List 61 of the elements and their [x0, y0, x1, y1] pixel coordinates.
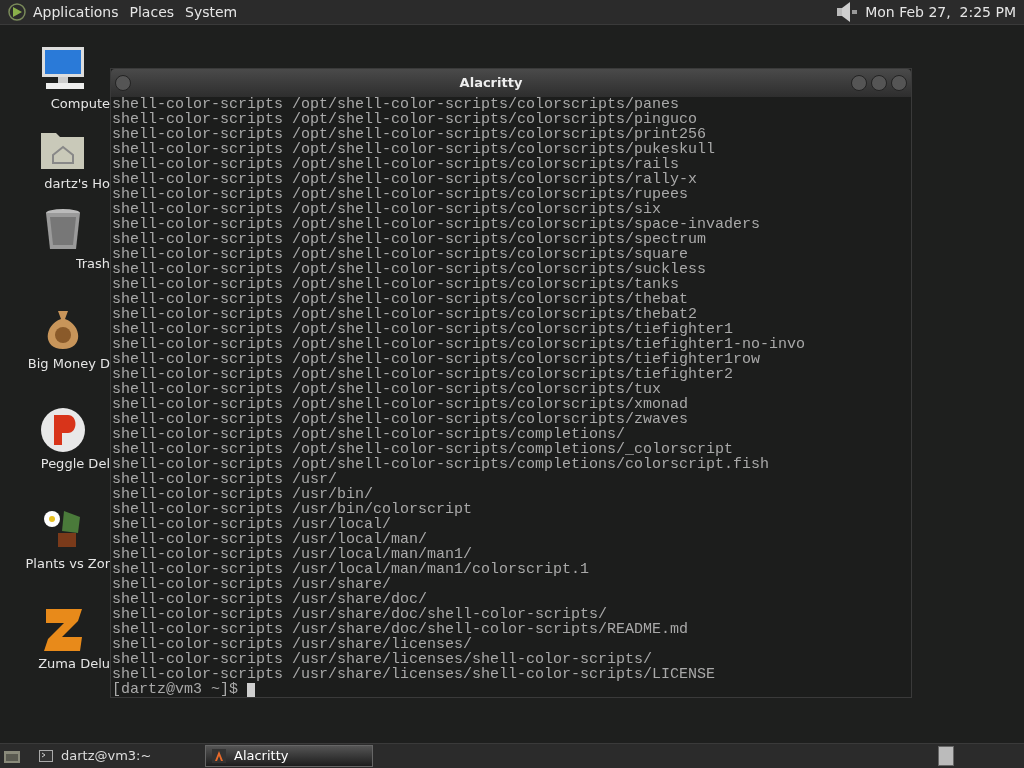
terminal-line: shell-color-scripts /opt/shell-color-scripts/colorscripts/rally-x [112, 172, 699, 187]
terminal-line: shell-color-scripts /usr/share/licenses/shell-color-scripts/LICENSE [112, 667, 717, 682]
alacritty-icon [212, 749, 226, 763]
terminal-line: shell-color-scripts /opt/shell-color-scripts/colorscripts/rupees [112, 187, 689, 202]
terminal-line: shell-color-scripts /usr/share/ [112, 577, 392, 592]
menu-item[interactable]: Places [129, 1, 175, 23]
terminal-line: shell-color-scripts /opt/shell-color-scripts/colorscripts/thebat2 [112, 307, 698, 322]
terminal-line: shell-color-scripts /usr/share/licenses/shell-color-scripts/ [112, 652, 653, 667]
menu-item[interactable]: Applications [33, 1, 119, 23]
window-title: Alacritty [458, 74, 524, 93]
terminal-line: shell-color-scripts /opt/shell-color-scripts/colorscripts/pinguco [112, 112, 698, 127]
icon-label[interactable]: Plants vs Zor [25, 556, 110, 572]
taskbar-button[interactable]: dartz@vm3:~ [37, 745, 205, 767]
volume-icon[interactable] [835, 1, 860, 23]
terminal-line: shell-color-scripts /opt/shell-color-scripts/colorscripts/rails [112, 157, 680, 172]
icon-label[interactable]: Compute [50, 96, 110, 112]
taskbar-button[interactable]: Alacritty [205, 745, 373, 767]
terminal-line: shell-color-scripts /usr/local/ [112, 517, 392, 532]
icon-label[interactable]: Trash [75, 256, 110, 272]
terminal-line: shell-color-scripts /usr/local/man/man1/colorscript.1 [112, 562, 591, 577]
icon-label[interactable]: dartz's Ho [44, 176, 110, 192]
icon-label[interactable]: Zuma Delu [38, 656, 110, 672]
terminal-line: shell-color-scripts /usr/bin/colorscript [112, 502, 474, 517]
terminal-line: shell-color-scripts /usr/share/doc/shell-color-scripts/README.md [112, 622, 690, 637]
clock[interactable]: Mon Feb 27, 2:25 PM [865, 1, 1016, 23]
terminal-line: shell-color-scripts /opt/shell-color-scripts/colorscripts/tiefighter1row [112, 352, 761, 367]
terminal-line: shell-color-scripts /opt/shell-color-scripts/completions/_colorscript [112, 442, 734, 457]
terminal-line: shell-color-scripts /usr/ [112, 472, 338, 487]
terminal-line: shell-color-scripts /usr/share/licenses/ [112, 637, 473, 652]
menu-item[interactable]: System [185, 1, 238, 23]
terminal-line: shell-color-scripts /opt/shell-color-scripts/colorscripts/tanks [112, 277, 680, 292]
text-cursor [247, 682, 256, 697]
show-desktop-icon[interactable] [3, 748, 21, 764]
terminal-line: shell-color-scripts /opt/shell-color-scripts/colorscripts/thebat [112, 292, 689, 307]
terminal-line: shell-color-scripts /usr/local/man/man1/ [112, 547, 473, 562]
terminal-line: shell-color-scripts /opt/shell-color-scripts/colorscripts/spectrum [112, 232, 707, 247]
terminal-line: shell-color-scripts /opt/shell-color-scripts/colorscripts/xmonad [112, 397, 690, 412]
terminal-line: shell-color-scripts /opt/shell-color-scripts/colorscripts/square [112, 247, 689, 262]
terminal-line: shell-color-scripts /opt/shell-color-scripts/colorscripts/suckless [112, 262, 708, 277]
terminal-line: shell-color-scripts /opt/shell-color-scripts/colorscripts/tiefighter2 [112, 367, 734, 382]
terminal-line: shell-color-scripts /usr/share/doc/ [112, 592, 428, 607]
terminal-line: shell-color-scripts /opt/shell-color-scripts/colorscripts/zwaves [112, 412, 690, 427]
terminal-line: shell-color-scripts /opt/shell-color-scripts/colorscripts/tiefighter1-no-invo [112, 337, 807, 352]
terminal-line: shell-color-scripts /opt/shell-color-scripts/colorscripts/pukeskull [112, 142, 717, 157]
terminal-line: shell-color-scripts /opt/shell-color-scripts/colorscripts/panes [112, 97, 680, 112]
terminal-line: shell-color-scripts /usr/bin/ [112, 487, 374, 502]
terminal-line: shell-color-scripts /opt/shell-color-scripts/colorscripts/tux [112, 382, 662, 397]
shell-prompt: [dartz@vm3 ~]$ [112, 682, 239, 697]
terminal-line: shell-color-scripts /opt/shell-color-scripts/colorscripts/tiefighter1 [112, 322, 734, 337]
menu-logo-icon[interactable] [6, 2, 28, 22]
terminal-line: shell-color-scripts /opt/shell-color-scripts/colorscripts/print256 [112, 127, 707, 142]
terminal-line: shell-color-scripts /opt/shell-color-scripts/colorscripts/six [112, 202, 662, 217]
terminal-line: shell-color-scripts /opt/shell-color-scripts/colorscripts/space-invaders [112, 217, 762, 232]
terminal-line: shell-color-scripts /opt/shell-color-scripts/completions/ [112, 427, 626, 442]
terminal-line: shell-color-scripts /usr/local/man/ [112, 532, 428, 547]
workspace-button[interactable] [938, 746, 954, 766]
terminal-icon [39, 750, 53, 762]
terminal-line: shell-color-scripts /usr/share/doc/shell-color-scripts/ [112, 607, 608, 622]
icon-label[interactable]: Big Money D [27, 356, 110, 372]
icon-label[interactable]: Peggle Del [40, 456, 110, 472]
terminal-line: shell-color-scripts /opt/shell-color-scripts/completions/colorscript.fish [112, 457, 771, 472]
